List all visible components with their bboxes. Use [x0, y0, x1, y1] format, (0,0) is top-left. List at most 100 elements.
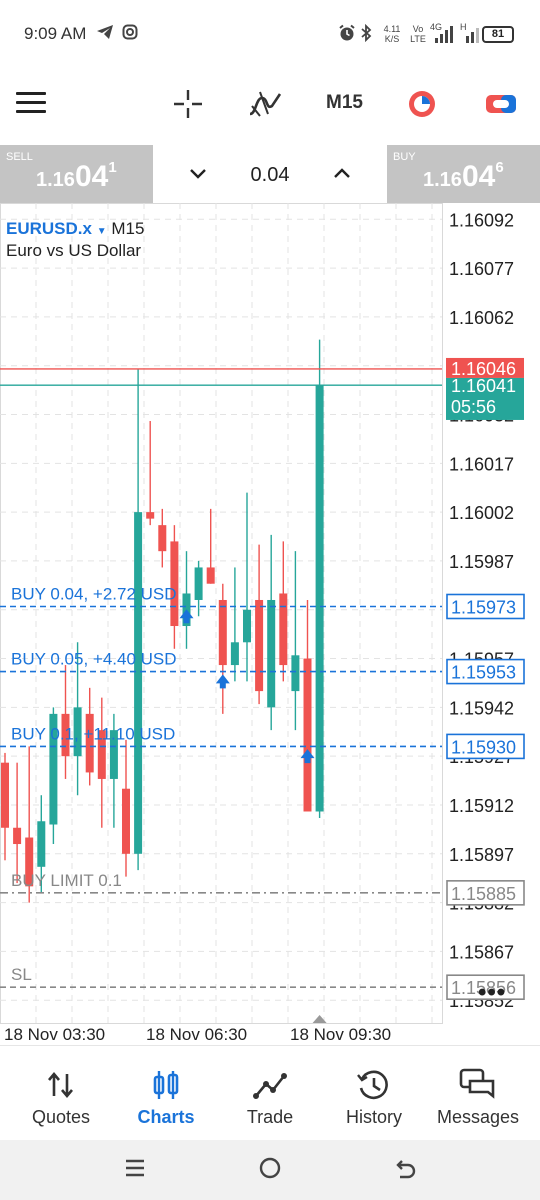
order-price-tag-text: 1.15885 — [451, 884, 516, 904]
bottom-navigation: Quotes Charts Trade History Messages — [0, 1045, 540, 1140]
bar-countdown: 05:56 — [451, 397, 496, 417]
recent-apps-icon[interactable] — [124, 1156, 146, 1185]
symbol-dropdown-icon[interactable]: ▼ — [97, 226, 107, 237]
more-options-icon[interactable]: ••• — [478, 979, 506, 1007]
home-icon[interactable] — [258, 1156, 282, 1185]
order-line-label: BUY 0.05, +4.40 USD — [11, 650, 177, 669]
time-axis-label: 18 Nov 06:30 — [146, 1025, 247, 1044]
system-navigation-bar — [0, 1140, 540, 1200]
volume-control: 0.04 — [153, 145, 387, 203]
candle-bear — [279, 593, 288, 666]
indicators-icon[interactable] — [248, 88, 282, 125]
nav-label: Quotes — [31, 1107, 91, 1127]
candle-bear — [1, 762, 9, 828]
net-speed: 4.11 K/S — [380, 24, 404, 44]
nav-quotes[interactable]: Quotes — [7, 1046, 115, 1141]
alarm-icon — [338, 24, 356, 46]
one-click-trading-icon[interactable] — [484, 88, 518, 125]
timeframe-button[interactable]: M15 — [326, 92, 363, 114]
sell-price-big: 04 — [74, 160, 109, 193]
nav-messages[interactable]: Messages — [424, 1046, 532, 1141]
candle-bull — [230, 642, 239, 666]
price-axis-label: 1.16017 — [449, 454, 514, 474]
trade-icon — [216, 1068, 324, 1102]
volte-bottom: LTE — [410, 34, 426, 44]
buy-button[interactable]: BUY 1.16046 — [387, 145, 540, 203]
status-bar: 9:09 AM 4.11 K/S Vo LTE 4G H 81 — [0, 0, 540, 70]
price-chart[interactable]: 1.160921.160771.160621.160471.160321.160… — [0, 203, 540, 1045]
symbol-code[interactable]: EURUSD.x — [6, 219, 92, 238]
nav-label: Charts — [137, 1107, 195, 1127]
chart-canvas[interactable]: 1.160921.160771.160621.160471.160321.160… — [0, 203, 540, 1045]
nav-charts[interactable]: Charts — [112, 1046, 220, 1141]
signal-h-icon: H — [460, 22, 484, 48]
order-price-tag-text: 1.15953 — [451, 663, 516, 683]
time-axis-label: 18 Nov 03:30 — [4, 1025, 105, 1044]
sell-price-sup: 1 — [108, 159, 117, 176]
chart-symbol-header[interactable]: EURUSD.x ▼ M15 — [6, 219, 144, 239]
sell-button[interactable]: SELL 1.16041 — [0, 145, 153, 203]
bluetooth-icon — [360, 23, 372, 46]
order-line-label: SL — [11, 965, 32, 984]
sell-price-prefix: 1.16 — [36, 169, 75, 191]
nav-label: Trade — [246, 1107, 294, 1127]
price-axis-label: 1.15867 — [449, 942, 514, 962]
buy-price-sup: 6 — [495, 159, 504, 176]
candle-bear — [255, 599, 264, 692]
order-price-tag-text: 1.15973 — [451, 597, 516, 617]
buy-price-prefix: 1.16 — [423, 169, 462, 191]
candle-bull — [267, 599, 276, 708]
candle-bull — [291, 655, 300, 692]
network-type-2: H — [460, 22, 467, 32]
crosshair-icon[interactable] — [172, 88, 204, 125]
sell-price: 1.16041 — [36, 159, 117, 194]
nav-trade[interactable]: Trade — [216, 1046, 324, 1141]
candle-bear — [146, 512, 155, 519]
charts-icon — [112, 1068, 220, 1102]
bid-price-text: 1.16041 — [451, 376, 516, 396]
buy-price: 1.16046 — [423, 159, 504, 194]
candle-bull — [243, 609, 251, 643]
order-price-tag-text: 1.15930 — [451, 737, 516, 757]
price-axis-label: 1.16062 — [449, 308, 514, 328]
volte-indicator: Vo LTE — [408, 24, 428, 44]
buy-label: BUY — [393, 151, 416, 163]
candle-bull — [37, 821, 46, 867]
status-time: 9:09 AM — [24, 24, 87, 43]
time-axis-label: 18 Nov 09:30 — [290, 1025, 391, 1044]
candle-bear — [122, 788, 130, 854]
candle-bear — [303, 658, 312, 812]
price-axis-label: 1.16002 — [449, 503, 514, 523]
signal-4g-icon: 4G — [430, 22, 456, 48]
order-line-label: BUY LIMIT 0.1 — [11, 871, 122, 890]
chart-toolbar: M15 — [0, 70, 540, 144]
menu-icon[interactable] — [16, 92, 46, 114]
candle-bear — [158, 525, 167, 552]
price-axis-label: 1.16077 — [449, 259, 514, 279]
volte-top: Vo — [412, 24, 424, 34]
objects-icon[interactable] — [406, 88, 438, 125]
candle-bull — [315, 385, 324, 812]
network-type: 4G — [430, 22, 443, 32]
order-line-label: BUY 0.04, +2.72 USD — [11, 584, 177, 603]
nav-history[interactable]: History — [320, 1046, 428, 1141]
candle-bear — [206, 567, 215, 584]
net-speed-unit: K/S — [384, 34, 400, 44]
net-speed-value: 4.11 — [383, 24, 401, 34]
messages-icon — [424, 1068, 532, 1102]
price-axis-label: 1.15897 — [449, 845, 514, 865]
symbol-timeframe: M15 — [111, 219, 145, 238]
price-axis-label: 1.15987 — [449, 552, 514, 572]
nav-label: History — [345, 1107, 402, 1127]
chevron-up-icon[interactable] — [331, 162, 353, 189]
candle-bear — [13, 827, 22, 845]
buy-price-big: 04 — [461, 160, 496, 193]
back-icon[interactable] — [394, 1156, 418, 1185]
candle-bear — [218, 599, 227, 666]
quotes-icon — [7, 1068, 115, 1102]
nav-label: Messages — [436, 1107, 520, 1127]
order-line-label: BUY 0.1, +11.10 USD — [11, 724, 175, 743]
price-axis-label: 1.16092 — [449, 210, 514, 230]
one-click-trade-bar: SELL 1.16041 0.04 BUY 1.16046 — [0, 145, 540, 203]
history-icon — [320, 1068, 428, 1102]
